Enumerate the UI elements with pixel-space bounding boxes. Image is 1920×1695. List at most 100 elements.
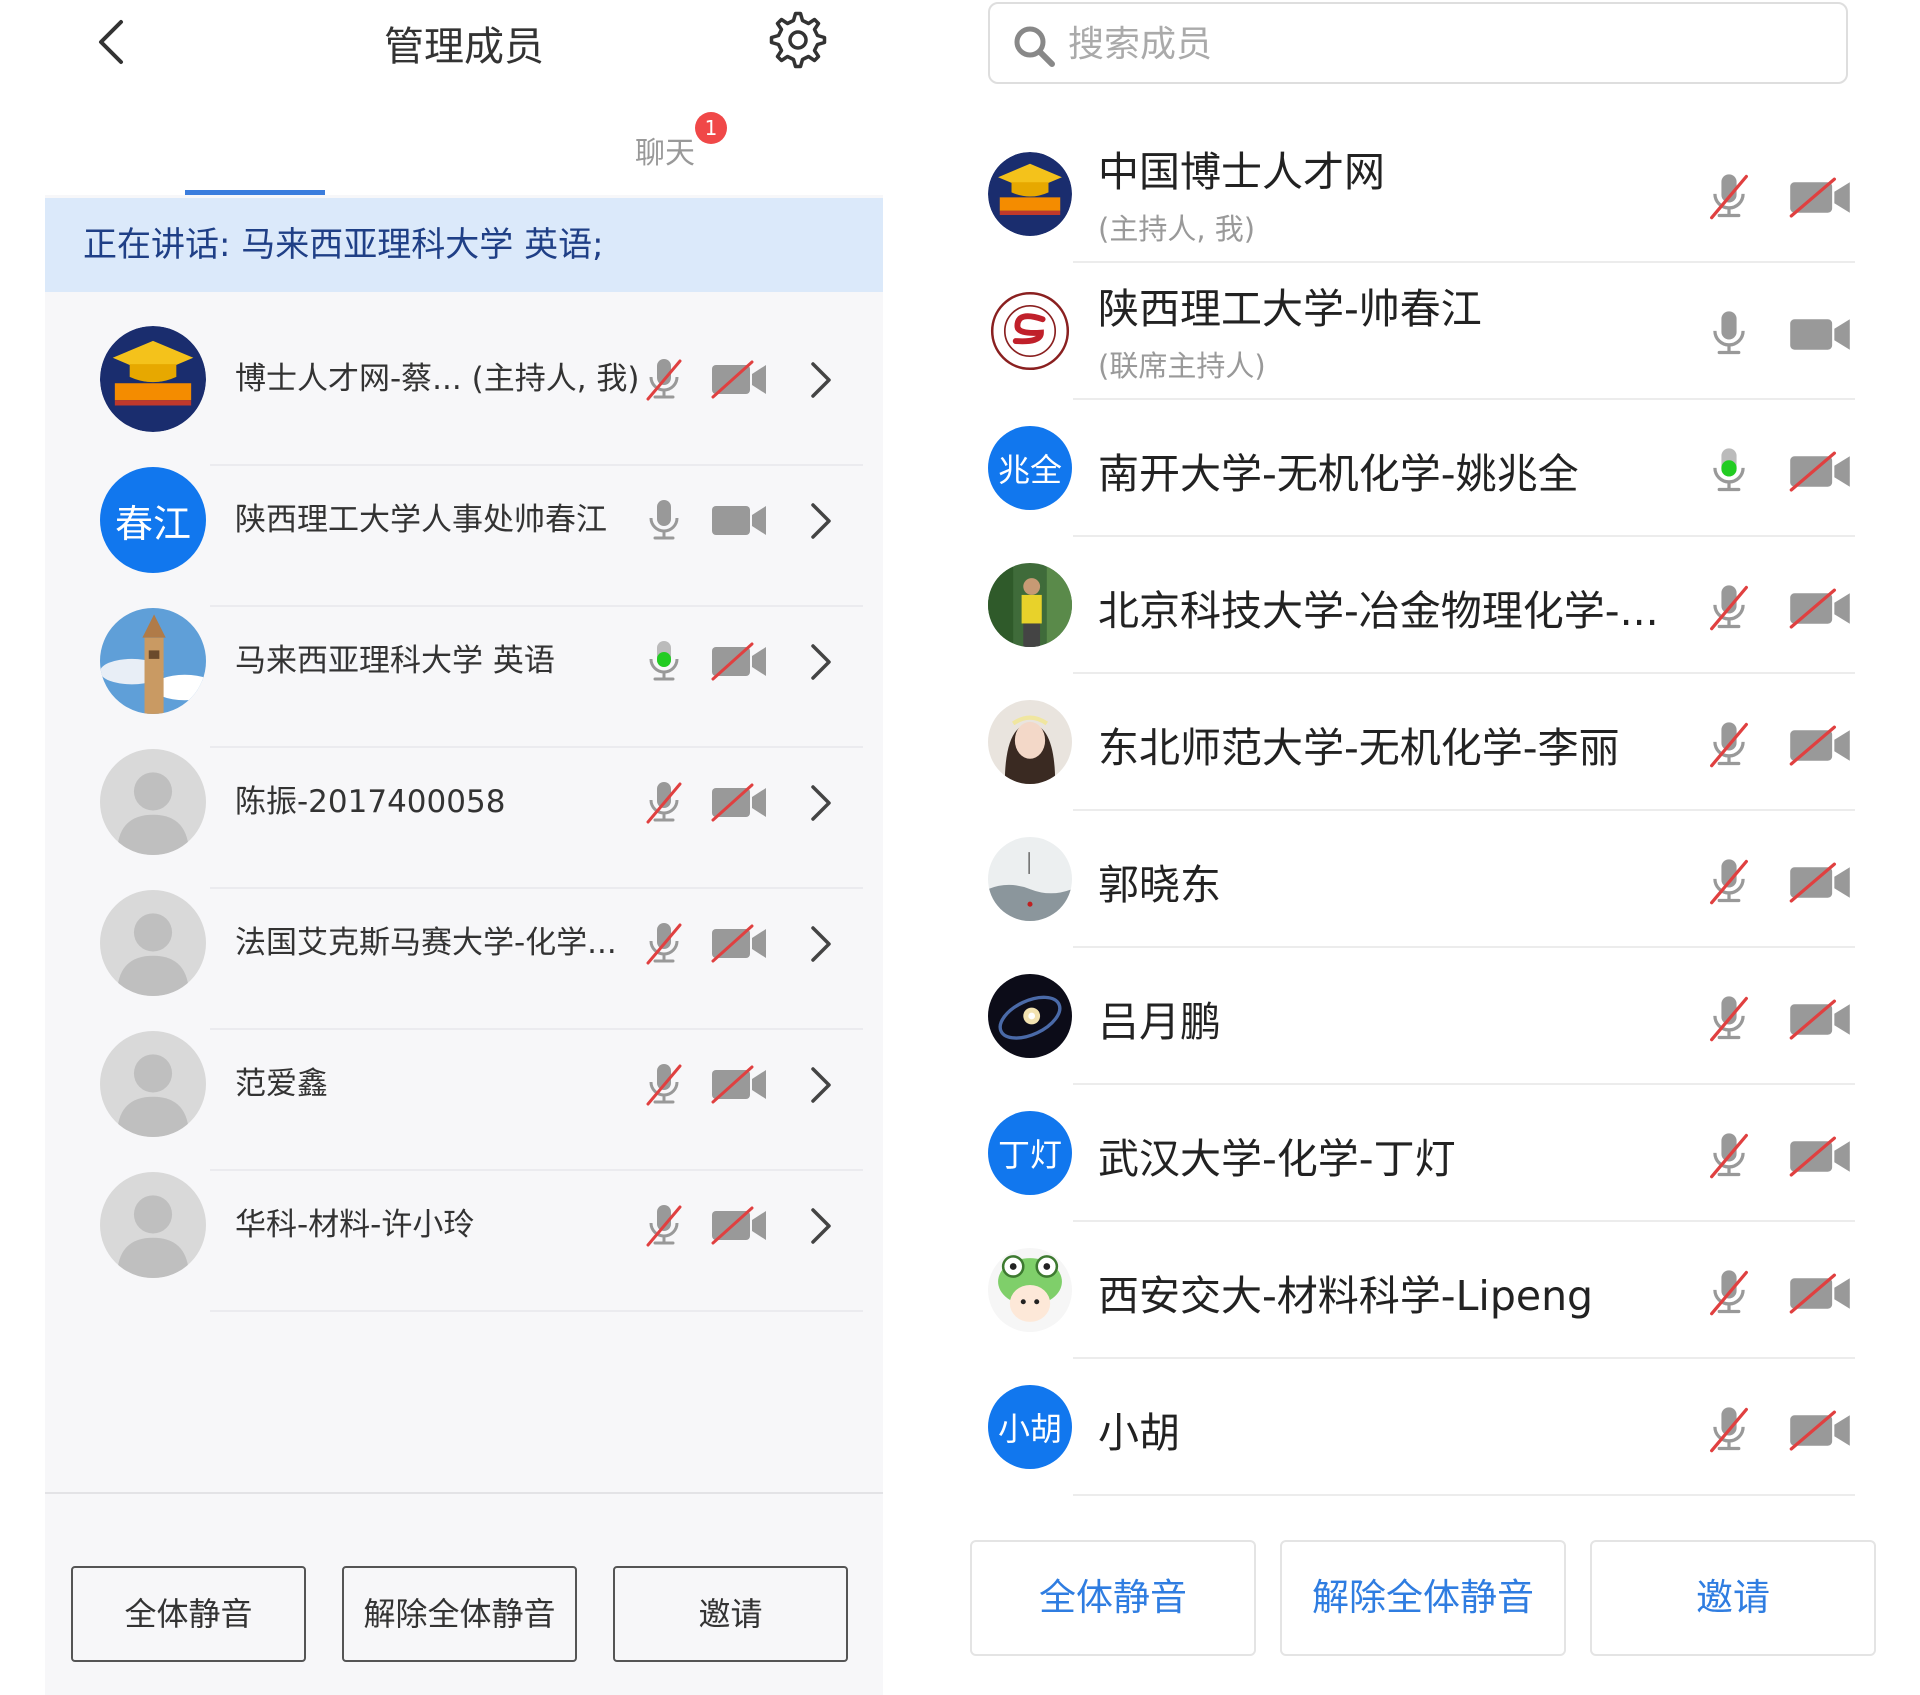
avatar [100,1031,206,1137]
mute-all-button[interactable]: 全体静音 [71,1566,306,1662]
member-row[interactable]: 吕月鹏 [968,948,1920,1085]
avatar: 兆全 [988,426,1072,510]
avatar [988,837,1072,921]
camera-off-icon[interactable] [1788,861,1852,903]
left-manage-members-panel: 管理成员 聊天 1 正在讲话: 马来西亚理科大学 英语; 博士人才网-蔡... … [45,0,883,1695]
default-avatar-icon [100,890,206,996]
mic-muted-icon[interactable] [1703,992,1755,1044]
camera-off-icon[interactable] [710,1064,768,1104]
member-row[interactable]: 西安交大-材料科学-Lipeng [968,1222,1920,1359]
chevron-right-icon[interactable] [805,922,835,966]
camera-off-icon[interactable] [710,782,768,822]
cartoon-frog-avatar [988,1248,1072,1332]
member-name: 南开大学-无机化学-姚兆全 [1098,450,1579,498]
avatar-initials: 兆全 [988,426,1072,510]
mic-icon[interactable] [1703,307,1755,359]
member-row[interactable]: 丁灯 武汉大学-化学-丁灯 [968,1085,1920,1222]
member-row[interactable]: 中国博士人才网 (主持人, 我) [968,126,1920,263]
mic-icon[interactable] [640,496,688,544]
chevron-right-icon[interactable] [805,1063,835,1107]
member-name: 武汉大学-化学-丁灯 [1098,1135,1456,1183]
chevron-right-icon[interactable] [805,358,835,402]
camera-off-icon[interactable] [710,923,768,963]
right-member-panel: 搜索成员 中国博士人才网 (主持人, 我) 陕西理工大学-帅春江 (联席主持人)… [968,0,1920,1695]
member-name: 东北师范大学-无机化学-李丽 [1098,724,1620,772]
default-avatar-icon [100,1031,206,1137]
camera-off-icon[interactable] [1788,998,1852,1040]
camera-off-icon[interactable] [1788,1135,1852,1177]
chevron-right-icon[interactable] [805,499,835,543]
invite-button[interactable]: 邀请 [1590,1540,1876,1656]
invite-button[interactable]: 邀请 [613,1566,848,1662]
member-row[interactable]: 北京科技大学-冶金物理化学-... [968,537,1920,674]
mic-muted-icon[interactable] [1703,1266,1755,1318]
camera-icon[interactable] [1788,313,1852,355]
camera-off-icon[interactable] [1788,1272,1852,1314]
mic-muted-icon[interactable] [640,919,688,967]
left-member-list[interactable]: 博士人才网-蔡... (主持人, 我) 春江 陕西理工大学人事处帅春江 马来西亚… [45,292,883,1492]
settings-button[interactable] [768,10,828,70]
avatar [100,890,206,996]
camera-off-icon[interactable] [710,359,768,399]
search-placeholder: 搜索成员 [1068,24,1213,65]
left-header: 管理成员 聊天 1 [45,0,883,195]
cap-logo-icon [988,152,1072,236]
page-title: 管理成员 [384,24,544,70]
search-input[interactable]: 搜索成员 [988,2,1848,84]
tab-active-indicator [185,190,325,195]
avatar [100,749,206,855]
speaking-indicator-bar: 正在讲话: 马来西亚理科大学 英语; [45,198,883,292]
clock-tower-photo [100,608,206,714]
search-icon [1014,26,1055,67]
camera-off-icon[interactable] [1788,1409,1852,1451]
mic-muted-icon[interactable] [1703,1129,1755,1181]
landscape-photo [988,837,1072,921]
chevron-right-icon[interactable] [805,640,835,684]
member-role: (联席主持人) [1098,349,1266,383]
mic-muted-icon[interactable] [1703,718,1755,770]
galaxy-photo [988,974,1072,1058]
member-row[interactable]: 东北师范大学-无机化学-李丽 [968,674,1920,811]
chevron-right-icon[interactable] [805,1204,835,1248]
mic-muted-icon[interactable] [640,355,688,403]
member-row[interactable]: 陕西理工大学-帅春江 (联席主持人) [968,263,1920,400]
camera-off-icon[interactable] [710,641,768,681]
camera-off-icon[interactable] [1788,176,1852,218]
member-row[interactable]: 兆全 南开大学-无机化学-姚兆全 [968,400,1920,537]
avatar [100,608,206,714]
chevron-right-icon[interactable] [805,781,835,825]
member-row[interactable]: 小胡 小胡 [968,1359,1920,1496]
mic-muted-icon[interactable] [1703,581,1755,633]
avatar-initials: 小胡 [988,1385,1072,1469]
tab-chat[interactable]: 聊天 [635,128,695,172]
member-row[interactable]: 华科-材料-许小玲 [45,1138,883,1312]
member-name: 华科-材料-许小玲 [235,1207,475,1243]
avatar [988,974,1072,1058]
camera-off-icon[interactable] [1788,587,1852,629]
tab-members[interactable] [185,110,325,190]
mic-muted-icon[interactable] [640,1060,688,1108]
camera-off-icon[interactable] [1788,724,1852,766]
avatar: 春江 [100,467,206,573]
camera-off-icon[interactable] [710,1205,768,1245]
mic-muted-icon[interactable] [1703,1403,1755,1455]
mute-all-button[interactable]: 全体静音 [970,1540,1256,1656]
mic-muted-icon[interactable] [640,1201,688,1249]
mic-icon[interactable] [1703,444,1755,496]
camera-off-icon[interactable] [1788,450,1852,492]
university-seal-icon [988,289,1072,373]
unmute-all-button[interactable]: 解除全体静音 [1280,1540,1566,1656]
mic-muted-icon[interactable] [640,778,688,826]
left-action-bar: 全体静音 解除全体静音 邀请 [45,1492,883,1692]
default-avatar-icon [100,1172,206,1278]
avatar [988,152,1072,236]
mic-icon[interactable] [640,637,688,685]
unmute-all-button[interactable]: 解除全体静音 [342,1566,577,1662]
member-name: 陕西理工大学-帅春江 [1098,285,1482,333]
camera-icon[interactable] [710,500,768,540]
portrait-photo [988,700,1072,784]
member-row[interactable]: 郭晓东 [968,811,1920,948]
mic-muted-icon[interactable] [1703,855,1755,907]
mic-muted-icon[interactable] [1703,170,1755,222]
chat-unread-badge: 1 [695,112,727,144]
